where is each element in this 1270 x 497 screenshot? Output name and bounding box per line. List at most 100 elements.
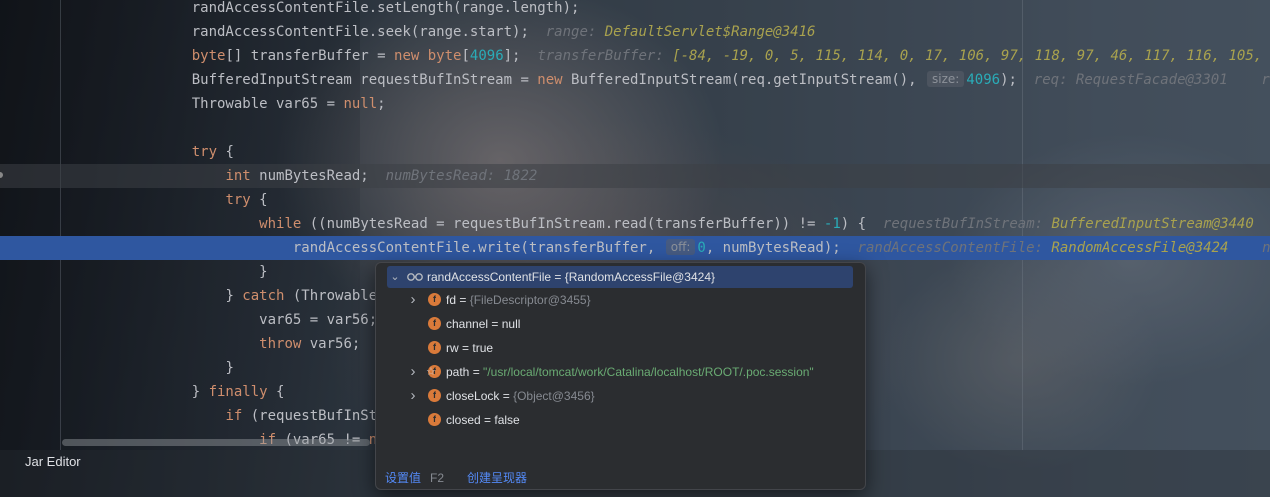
create-renderer-link[interactable]: 创建呈现器 [467, 467, 527, 489]
keyword-token: if [225, 408, 243, 424]
code-token: } [191, 384, 209, 400]
field-icon: f [428, 293, 441, 306]
field-row-rw[interactable]: f rw = true [376, 337, 865, 359]
inline-debug-value[interactable]: BufferedInputStream@3440 [1052, 216, 1254, 232]
field-equals: = [480, 413, 495, 427]
inline-debug-value[interactable]: numBytesRead [1228, 240, 1270, 256]
inline-debug-value[interactable]: transferBuffer: [520, 48, 672, 64]
set-value-link[interactable]: 设置值 [385, 467, 421, 489]
field-equals: = [456, 293, 470, 307]
code-token: ); [1000, 72, 1017, 88]
field-value: false [494, 413, 520, 427]
field-name: channel [446, 317, 489, 331]
number-token: 0 [697, 240, 706, 256]
execution-point-line[interactable]: randAccessContentFile.write(transferBuff… [0, 236, 1270, 260]
code-token: } [225, 288, 243, 304]
code-line[interactable]: randAccessContentFile.setLength(range.le… [0, 0, 1270, 20]
inline-debug-value[interactable]: DefaultServlet$Range@3416 [605, 24, 816, 40]
code-line[interactable]: while ((numBytesRead = requestBufInStrea… [0, 212, 1270, 236]
glasses-icon [407, 273, 423, 281]
inline-debug-value[interactable]: numBytesRead: 1822 [369, 168, 538, 184]
field-row-closed[interactable]: f closed = false [376, 409, 865, 431]
inline-debug-value[interactable]: range: [529, 24, 605, 40]
field-name: closed [446, 413, 481, 427]
inline-debug-value[interactable]: req: RequestFacade@3301 requestBufI [1017, 72, 1270, 88]
code-token: ) { [840, 216, 867, 232]
code-token: Throwable var65 = [191, 96, 344, 112]
code-token: randAccessContentFile.setLength(range.le… [191, 0, 580, 16]
chevron-down-icon[interactable]: ⌄ [389, 266, 401, 288]
code-token: } [259, 264, 268, 280]
debug-value-popup[interactable]: ⌄ randAccessContentFile = {RandomAccessF… [375, 262, 866, 490]
code-line[interactable]: int numBytesRead; numBytesRead: 1822 [0, 164, 1270, 188]
inline-debug-value[interactable]: randAccessContentFile: [841, 240, 1052, 256]
inline-debug-value[interactable]: requestBufInStream: [866, 216, 1051, 232]
field-equals: = [488, 317, 502, 331]
code-line[interactable]: Throwable var65 = null; [0, 92, 1270, 116]
chevron-right-icon[interactable]: › [407, 361, 419, 383]
code-line[interactable]: randAccessContentFile.seek(range.start);… [0, 20, 1270, 44]
field-name: path [446, 365, 470, 379]
field-row-closelock[interactable]: › f closeLock = {Object@3456} [376, 385, 865, 407]
set-value-shortcut: F2 [430, 471, 445, 485]
code-line[interactable]: BufferedInputStream requestBufInStream =… [0, 68, 1270, 92]
keyword-token: null [343, 96, 378, 112]
chevron-right-icon[interactable]: › [407, 289, 419, 311]
keyword-token: throw [259, 336, 302, 352]
code-token: [ [461, 48, 470, 64]
code-token: BufferedInputStream(req.getInputStream()… [562, 72, 926, 88]
code-token: { [217, 144, 234, 160]
code-token: ((numBytesRead = requestBufInStream.read… [301, 216, 824, 232]
field-name: rw [446, 341, 459, 355]
horizontal-scrollbar[interactable] [62, 439, 370, 446]
field-name: closeLock [446, 389, 500, 403]
field-icon: f [428, 317, 441, 330]
number-token: -1 [823, 216, 841, 232]
chevron-right-icon[interactable]: › [407, 385, 419, 407]
keyword-token: while [259, 216, 302, 232]
tree-root-row[interactable]: ⌄ randAccessContentFile = {RandomAccessF… [387, 266, 853, 288]
keyword-token: byte [191, 48, 226, 64]
parameter-name-hint: off: [665, 239, 696, 255]
keyword-token: finally [208, 384, 268, 400]
field-row-path[interactable]: › f path = "/usr/local/tomcat/work/Catalin… [376, 361, 865, 383]
code-line[interactable]: byte[] transferBuffer = new byte[4096]; … [0, 44, 1270, 68]
inline-debug-value[interactable]: RandomAccessFile@3424 [1051, 240, 1228, 256]
jar-editor-tab[interactable]: Jar Editor [25, 454, 81, 469]
code-token: randAccessContentFile.seek(range.start); [191, 24, 529, 40]
field-equals: = [469, 365, 484, 379]
code-token: var65 = var56; [259, 312, 378, 328]
field-row-channel[interactable]: f channel = null [376, 313, 865, 335]
number-token: 4096 [469, 48, 504, 64]
parameter-name-hint: size: [927, 71, 965, 87]
keyword-token: byte [427, 48, 462, 64]
field-icon: f [428, 341, 441, 354]
code-token: randAccessContentFile.write(transferBuff… [292, 240, 664, 256]
keyword-token: int [225, 168, 251, 184]
code-line[interactable]: try { [0, 188, 1270, 212]
code-token: , numBytesRead); [705, 240, 841, 256]
inline-debug-value[interactable]: [-84, -19, 0, 5, 115, 114, 0, 17, 106, 9… [672, 48, 1270, 64]
code-token: { [250, 192, 268, 208]
code-line[interactable]: try { [0, 140, 1270, 164]
keyword-token: try [191, 144, 218, 160]
field-row-fd[interactable]: › f fd = {FileDescriptor@3455} [376, 289, 865, 311]
popup-footer: 设置值 F2 创建呈现器 [376, 467, 865, 489]
number-token: 4096 [966, 72, 1001, 88]
code-line[interactable] [0, 116, 1270, 140]
code-token: ]; [503, 48, 521, 64]
code-token: numBytesRead; [250, 168, 369, 184]
code-token: ; [377, 96, 386, 112]
code-token: } [225, 360, 234, 376]
